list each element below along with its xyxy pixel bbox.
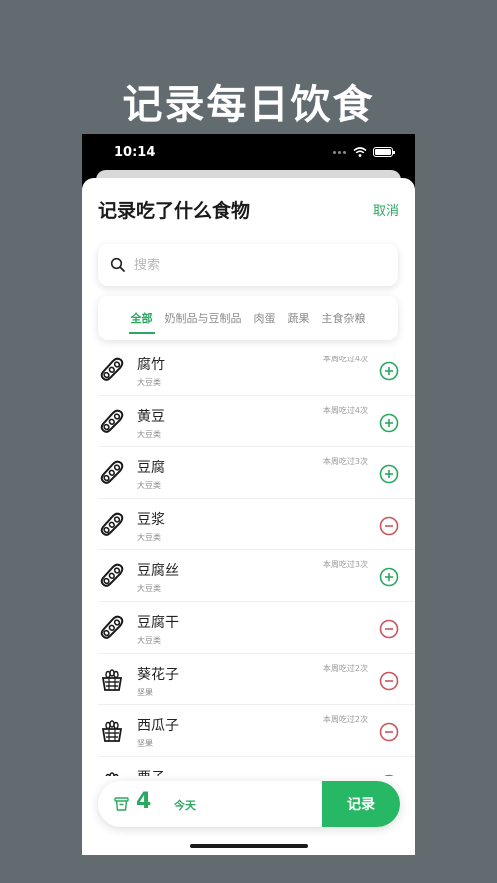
remove-circle-icon[interactable]: [379, 619, 399, 639]
bean-icon: [98, 356, 126, 384]
food-list-item[interactable]: 黄豆大豆类 本周吃过4次: [98, 396, 415, 448]
food-list-item[interactable]: 豆腐丝大豆类 本周吃过3次: [98, 550, 415, 602]
food-category: 大豆类: [137, 429, 161, 439]
weekly-count: 本周吃过4次: [322, 356, 368, 363]
food-name: 腐竹: [137, 357, 165, 373]
food-name: 葵花子: [137, 666, 179, 683]
food-list-item[interactable]: 葵花子坚果 本周吃过2次: [98, 654, 415, 706]
food-list-item[interactable]: 栗子坚果: [98, 757, 415, 776]
bottom-summary-bar: 4 今天 记录: [98, 781, 400, 827]
food-name: 黄豆: [137, 408, 165, 425]
nut-basket-icon: [98, 769, 126, 776]
food-list-item[interactable]: 西瓜子坚果 本周吃过2次: [98, 705, 415, 757]
wifi-icon: [353, 147, 367, 157]
remove-circle-icon[interactable]: [379, 516, 399, 536]
food-list[interactable]: 腐竹 大豆类 本周吃过4次 黄豆 大豆类 本周吃过4次 豆腐 大豆类 本周吃过3次 豆浆 大豆类 豆腐…: [82, 356, 415, 776]
search-bar[interactable]: [98, 244, 398, 286]
category-tabs: 全部 奶制品与豆制品 肉蛋 蔬果 主食杂粮: [98, 296, 398, 340]
food-list-item[interactable]: 豆浆 大豆类: [98, 499, 415, 551]
tab-3[interactable]: 蔬果: [288, 308, 310, 328]
food-name: 栗子: [137, 767, 165, 776]
food-category: 坚果: [137, 687, 153, 697]
food-name: 豆腐干: [137, 614, 179, 631]
remove-circle-icon[interactable]: [379, 722, 399, 742]
food-category: 大豆类: [137, 532, 161, 542]
add-circle-icon[interactable]: [379, 464, 399, 484]
status-icons: [333, 147, 395, 157]
status-time: 10:14: [114, 145, 156, 160]
add-circle-icon[interactable]: [379, 361, 399, 381]
weekly-count: 本周吃过2次: [322, 715, 368, 725]
weekly-count: 本周吃过3次: [322, 457, 368, 467]
phone-screen: 10:14 记录吃了什么食物 取消 全部奶制品与豆制品肉蛋蔬果主食杂粮 腐竹大豆…: [82, 134, 415, 855]
today-count: 4: [136, 789, 152, 814]
record-button[interactable]: 记录: [322, 781, 400, 827]
search-icon: [110, 257, 125, 272]
today-label: 今天: [174, 799, 196, 812]
add-circle-icon[interactable]: [379, 567, 399, 587]
weekly-count: 本周吃过3次: [322, 560, 368, 570]
food-list-item[interactable]: 豆腐大豆类 本周吃过3次: [98, 447, 415, 499]
food-list-item[interactable]: 豆腐干 大豆类: [98, 602, 415, 654]
weekly-count: 本周吃过2次: [322, 663, 368, 673]
nut-basket-icon: [98, 717, 126, 745]
food-category: 大豆类: [137, 481, 161, 491]
food-category: 大豆类: [137, 584, 161, 594]
food-list-items: 腐竹 大豆类 本周吃过4次 黄豆 大豆类 本周吃过4次 豆腐 大豆类 本周吃过3次 豆浆 大豆类 豆腐…: [82, 356, 415, 776]
food-sheet: 记录吃了什么食物 取消 全部奶制品与豆制品肉蛋蔬果主食杂粮 腐竹大豆类本周吃过4…: [82, 178, 415, 855]
add-circle-icon[interactable]: [379, 774, 399, 776]
status-bar: 10:14: [82, 134, 415, 174]
promo-title: 记录每日饮食: [122, 82, 375, 128]
search-input[interactable]: [134, 257, 374, 273]
bean-icon: [98, 408, 126, 436]
bean-icon: [98, 562, 126, 590]
sheet-title: 记录吃了什么食物: [98, 200, 251, 222]
battery-icon: [373, 147, 395, 157]
food-name: 豆浆: [137, 511, 165, 528]
food-category: 大豆类: [137, 635, 161, 645]
nut-basket-icon: [98, 666, 126, 694]
weekly-count: 本周吃过4次: [322, 405, 368, 415]
bowl-icon: [114, 797, 129, 811]
bean-icon: [98, 511, 126, 539]
cancel-button[interactable]: 取消: [373, 200, 399, 219]
add-circle-icon[interactable]: [379, 413, 399, 433]
tab-0[interactable]: 全部: [128, 308, 155, 334]
bean-icon: [98, 459, 126, 487]
food-name: 豆腐丝: [137, 563, 179, 580]
tab-1[interactable]: 奶制品与豆制品: [165, 308, 242, 328]
bean-icon: [98, 614, 126, 642]
food-category: 大豆类: [137, 378, 161, 387]
tab-4[interactable]: 主食杂粮: [322, 308, 366, 328]
food-name: 豆腐: [137, 460, 165, 477]
remove-circle-icon[interactable]: [379, 671, 399, 691]
food-name: 西瓜子: [137, 718, 179, 735]
food-list-item[interactable]: 腐竹大豆类 本周吃过4次: [98, 356, 415, 396]
tab-2[interactable]: 肉蛋: [254, 308, 276, 328]
home-indicator: [190, 844, 308, 848]
signal-icon: [333, 150, 347, 154]
food-category: 坚果: [137, 739, 153, 749]
